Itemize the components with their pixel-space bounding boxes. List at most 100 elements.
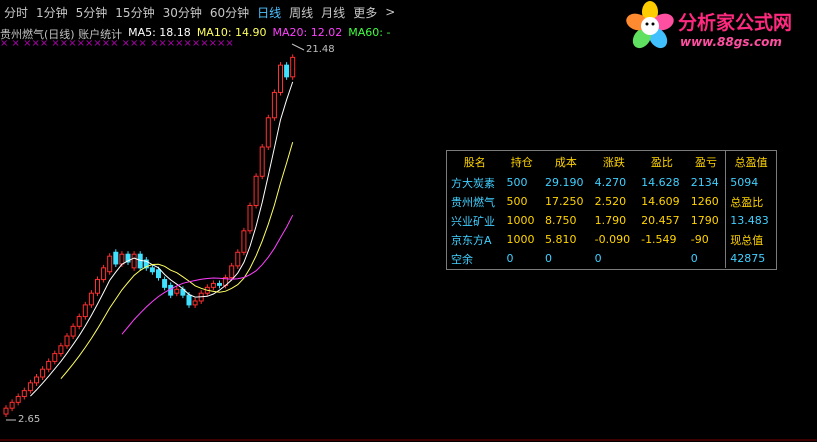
candle xyxy=(52,353,58,362)
period-tab-4[interactable]: 30分钟 xyxy=(159,4,206,21)
candle xyxy=(149,267,155,273)
candle xyxy=(27,382,33,392)
stats-cell: 0 xyxy=(594,252,602,265)
stats-cell: 1260 xyxy=(690,195,719,208)
stats-header-2: 成本 xyxy=(554,156,577,169)
period-tab-8[interactable]: 月线 xyxy=(317,4,349,21)
period-tab-0[interactable]: 分时 xyxy=(0,4,32,21)
stats-cell: 500 xyxy=(506,195,528,208)
stats-side-cell: 42875 xyxy=(725,249,776,268)
candle xyxy=(271,91,277,119)
candle xyxy=(107,255,113,273)
ma20-line xyxy=(121,214,294,335)
stats-cell: 500 xyxy=(506,176,528,189)
candle xyxy=(290,56,296,78)
stats-cell: 0 xyxy=(506,252,514,265)
candle xyxy=(253,175,259,206)
stats-cell: 2.520 xyxy=(594,195,627,208)
candle xyxy=(278,64,283,93)
table-row: 方大炭素 500 29.190 4.270 14.628 2134 5094 xyxy=(447,173,776,192)
stats-side-cell: 现总值 xyxy=(725,230,776,249)
stock-name-cell: 京东方A xyxy=(451,233,492,247)
period-tab-2[interactable]: 5分钟 xyxy=(72,4,112,21)
candle xyxy=(64,335,70,347)
candle xyxy=(46,360,52,370)
candle xyxy=(76,316,82,327)
stats-header-3: 涨跌 xyxy=(602,156,625,169)
candle xyxy=(284,64,290,78)
low-price-label: 2.65 xyxy=(18,414,41,425)
candle xyxy=(113,251,119,265)
period-tab-5[interactable]: 60分钟 xyxy=(206,4,253,21)
period-tab-6[interactable]: 日线 xyxy=(253,4,285,21)
candle xyxy=(247,204,253,232)
stock-name-cell: 空余 xyxy=(451,252,473,266)
candle xyxy=(162,279,168,288)
candle xyxy=(58,345,64,355)
candle xyxy=(119,253,125,265)
period-toolbar: 分时 1分钟 5分钟 15分钟 30分钟 60分钟 日线 周线 月线 更多 > xyxy=(0,0,620,24)
stock-name-cell: 方大炭素 xyxy=(451,176,495,190)
stats-cell: 1000 xyxy=(506,233,535,246)
candle xyxy=(192,300,198,306)
stats-cell: -1.549 xyxy=(641,233,677,246)
signal-marks: × × ××× ×××××××× ××× ×××××××××× xyxy=(0,38,234,49)
logo-url: www.88gs.com xyxy=(680,35,782,49)
candle xyxy=(235,251,241,267)
candle xyxy=(229,265,235,279)
candle xyxy=(101,267,107,281)
period-tab-7[interactable]: 周线 xyxy=(285,4,317,21)
stats-header-4: 盈比 xyxy=(650,156,673,169)
stats-cell: 1.790 xyxy=(594,214,627,227)
candle xyxy=(34,376,39,384)
stats-side-cell: 总盈比 xyxy=(725,192,776,211)
high-pointer xyxy=(291,43,305,51)
candle xyxy=(40,368,46,378)
stats-header-0: 股名 xyxy=(463,156,486,169)
stats-cell: -0.090 xyxy=(594,233,631,246)
stats-cell: 0 xyxy=(545,252,552,265)
logo-text: 分析家公式网 xyxy=(678,12,793,34)
stats-cell: 2134 xyxy=(690,176,719,189)
stock-name-cell: 兴业矿业 xyxy=(451,214,495,228)
stats-cell: 14.628 xyxy=(641,176,680,189)
candle xyxy=(131,253,137,269)
candle xyxy=(82,304,88,318)
candle xyxy=(259,146,265,177)
candle xyxy=(15,395,21,403)
stats-cell: 8.750 xyxy=(545,214,577,227)
candle xyxy=(3,407,9,415)
candle xyxy=(95,279,100,294)
stats-cell: 20.457 xyxy=(641,214,680,227)
period-tab-3[interactable]: 15分钟 xyxy=(111,4,158,21)
stats-cell: 1790 xyxy=(690,214,719,227)
candle xyxy=(186,294,192,306)
table-row: 空余 0 0 0 0 42875 xyxy=(447,249,776,268)
account-stats-table: 股名 持仓 成本 涨跌 盈比 盈亏 总盈值 方大炭素 500 29.190 4.270 14.628… xyxy=(447,151,776,268)
candle xyxy=(210,282,216,288)
stats-header-5: 盈亏 xyxy=(695,156,717,169)
stats-cell xyxy=(637,249,687,268)
candle xyxy=(174,288,180,294)
table-row: 贵州燃气 500 17.250 2.520 14.609 1260 总盈比 xyxy=(447,192,776,211)
stats-side-cell: 5094 xyxy=(725,173,776,192)
stats-cell: 4.270 xyxy=(594,176,627,189)
period-tab-9[interactable]: 更多 xyxy=(349,4,381,21)
stats-cell: 17.250 xyxy=(545,195,584,208)
candle xyxy=(241,230,247,253)
candle xyxy=(9,401,15,409)
table-row: 京东方A 1000 5.810 -0.090 -1.549 -90 现总值 xyxy=(447,230,776,249)
period-tab-1[interactable]: 1分钟 xyxy=(32,4,72,21)
account-stats-panel: 股名 持仓 成本 涨跌 盈比 盈亏 总盈值 方大炭素 500 29.190 4.270 14.628… xyxy=(446,150,777,270)
stats-cell: 0 xyxy=(690,252,698,265)
ma60-value: MA60: - xyxy=(348,26,391,39)
candle xyxy=(156,269,161,279)
stats-cell: 14.609 xyxy=(641,195,680,208)
high-price-label: 21.48 xyxy=(306,44,335,55)
ma20-value: MA20: 12.02 xyxy=(272,26,343,39)
stats-side-header: 总盈值 xyxy=(725,151,776,173)
more-chevron-icon[interactable]: > xyxy=(381,5,399,19)
stats-header-1: 持仓 xyxy=(510,156,533,169)
candle xyxy=(21,390,27,397)
stats-side-cell: 13.483 xyxy=(725,211,776,230)
